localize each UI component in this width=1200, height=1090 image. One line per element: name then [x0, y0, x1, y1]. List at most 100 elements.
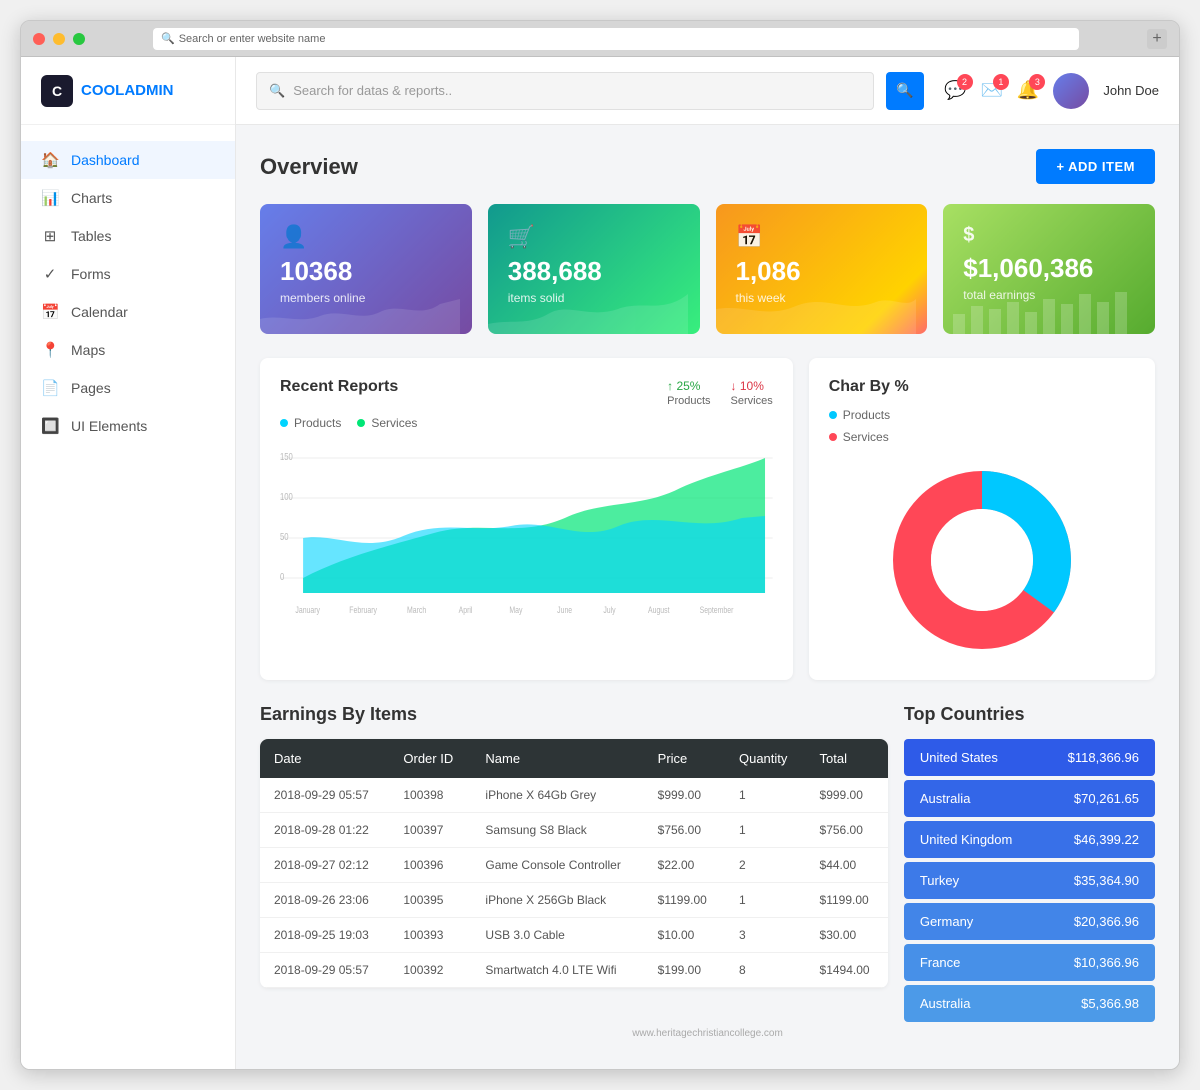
country-item: Australia$70,261.65: [904, 780, 1155, 817]
earnings-card-number: $1,060,386: [963, 253, 1135, 284]
user-name: John Doe: [1103, 83, 1159, 98]
items-card-number: 388,688: [508, 256, 680, 287]
countries-title: Top Countries: [904, 704, 1155, 725]
pages-icon: 📄: [41, 379, 59, 397]
country-value: $20,366.96: [1074, 914, 1139, 929]
dashboard-icon: 🏠: [41, 151, 59, 169]
country-item: United Kingdom$46,399.22: [904, 821, 1155, 858]
week-card-icon: 📅: [736, 224, 908, 250]
reports-legend: Products Services: [280, 416, 773, 430]
country-name: France: [920, 955, 960, 970]
chat-icon-wrap[interactable]: 💬 2: [944, 80, 966, 101]
address-bar[interactable]: 🔍 Search or enter website name: [153, 28, 1079, 50]
services-stat: ↓ 10% Services: [731, 379, 773, 407]
sidebar-item-dashboard-label: Dashboard: [71, 152, 140, 168]
sidebar-item-ui-elements-label: UI Elements: [71, 418, 147, 434]
close-btn[interactable]: [33, 33, 45, 45]
user-avatar[interactable]: [1053, 73, 1089, 109]
sidebar-item-calendar[interactable]: 📅 Calendar: [21, 293, 235, 331]
svg-text:July: July: [603, 605, 615, 615]
search-bar-placeholder: Search for datas & reports..: [293, 83, 452, 98]
donut-legend-services: Services: [829, 430, 1135, 444]
donut-dot-products: [829, 411, 837, 419]
legend-products-label: Products: [294, 416, 341, 430]
search-button[interactable]: 🔍: [886, 72, 924, 110]
svg-text:February: February: [349, 605, 377, 615]
maximize-btn[interactable]: [73, 33, 85, 45]
sidebar-item-calendar-label: Calendar: [71, 304, 128, 320]
donut-legend: Products Services: [829, 408, 1135, 444]
country-item: United States$118,366.96: [904, 739, 1155, 776]
sidebar-item-dashboard[interactable]: 🏠 Dashboard: [21, 141, 235, 179]
donut-legend-services-label: Services: [843, 430, 889, 444]
col-name: Name: [471, 739, 643, 778]
chart-stats: ↑ 25% Products ↓ 10% Services: [667, 379, 773, 407]
recent-reports-card: Recent Reports ↑ 25% Products ↓ 10% Serv…: [260, 358, 793, 680]
col-order-id: Order ID: [389, 739, 471, 778]
table-row: 2018-09-28 01:22100397Samsung S8 Black$7…: [260, 813, 888, 848]
legend-products: Products: [280, 416, 341, 430]
stat-card-items: 🛒 388,688 items solid: [488, 204, 700, 334]
sidebar-item-maps-label: Maps: [71, 342, 105, 358]
country-item: Australia$5,366.98: [904, 985, 1155, 1022]
sidebar: C COOLADMIN 🏠 Dashboard 📊 Charts ⊞ Table…: [21, 57, 236, 1069]
bell-icon-wrap[interactable]: 🔔 3: [1017, 80, 1039, 101]
bell-badge: 3: [1029, 74, 1045, 90]
search-bar-icon: 🔍: [269, 83, 285, 99]
top-header: 🔍 Search for datas & reports.. 🔍 💬 2 ✉️ …: [236, 57, 1179, 125]
main-content: 🔍 Search for datas & reports.. 🔍 💬 2 ✉️ …: [236, 57, 1179, 1069]
watermark: www.heritagechristiancollege.com: [260, 1022, 1155, 1045]
donut-legend-products: Products: [829, 408, 1135, 422]
table-row: 2018-09-25 19:03100393USB 3.0 Cable$10.0…: [260, 918, 888, 953]
col-quantity: Quantity: [725, 739, 806, 778]
mail-icon-wrap[interactable]: ✉️ 1: [981, 80, 1003, 101]
items-card-icon: 🛒: [508, 224, 680, 250]
sidebar-item-pages-label: Pages: [71, 380, 111, 396]
add-item-button[interactable]: + ADD ITEM: [1036, 149, 1155, 184]
svg-text:100: 100: [280, 491, 293, 502]
svg-text:May: May: [509, 605, 522, 615]
svg-text:August: August: [648, 605, 670, 615]
overview-title: Overview: [260, 154, 358, 180]
country-item: Germany$20,366.96: [904, 903, 1155, 940]
legend-services: Services: [357, 416, 417, 430]
maps-icon: 📍: [41, 341, 59, 359]
col-date: Date: [260, 739, 389, 778]
earnings-title: Earnings By Items: [260, 704, 888, 725]
sidebar-item-tables[interactable]: ⊞ Tables: [21, 217, 235, 255]
sidebar-item-charts[interactable]: 📊 Charts: [21, 179, 235, 217]
area-chart: 150 100 50 0 January February: [280, 438, 773, 618]
earnings-table: Date Order ID Name Price Quantity Total …: [260, 739, 888, 988]
chat-badge: 2: [957, 74, 973, 90]
stat-cards-grid: 👤 10368 members online 🛒 388,688 items s…: [260, 204, 1155, 334]
forms-icon: ✓: [41, 265, 59, 283]
charts-row: Recent Reports ↑ 25% Products ↓ 10% Serv…: [260, 358, 1155, 680]
country-name: Australia: [920, 996, 971, 1011]
country-name: United States: [920, 750, 998, 765]
search-bar[interactable]: 🔍 Search for datas & reports..: [256, 72, 874, 110]
new-tab-button[interactable]: +: [1147, 29, 1167, 49]
legend-dot-products: [280, 419, 288, 427]
chart-by-percent-title: Char By %: [829, 378, 1135, 396]
sidebar-item-maps[interactable]: 📍 Maps: [21, 331, 235, 369]
svg-text:March: March: [407, 605, 426, 615]
countries-section: Top Countries United States$118,366.96 Au…: [904, 704, 1155, 1022]
address-text: Search or enter website name: [179, 33, 326, 45]
sidebar-item-pages[interactable]: 📄 Pages: [21, 369, 235, 407]
table-row: 2018-09-26 23:06100395iPhone X 256Gb Bla…: [260, 883, 888, 918]
legend-services-label: Services: [371, 416, 417, 430]
members-card-number: 10368: [280, 256, 452, 287]
stat-card-week: 📅 1,086 this week: [716, 204, 928, 334]
search-icon: 🔍: [161, 32, 175, 45]
country-name: Australia: [920, 791, 971, 806]
minimize-btn[interactable]: [53, 33, 65, 45]
sidebar-item-charts-label: Charts: [71, 190, 112, 206]
products-stat: ↑ 25% Products: [667, 379, 710, 407]
donut-dot-services: [829, 433, 837, 441]
col-price: Price: [644, 739, 725, 778]
svg-text:January: January: [295, 605, 320, 615]
country-item: France$10,366.96: [904, 944, 1155, 981]
sidebar-item-forms[interactable]: ✓ Forms: [21, 255, 235, 293]
sidebar-item-ui-elements[interactable]: 🔲 UI Elements: [21, 407, 235, 445]
bottom-row: Earnings By Items Date Order ID Name Pri…: [260, 704, 1155, 1022]
